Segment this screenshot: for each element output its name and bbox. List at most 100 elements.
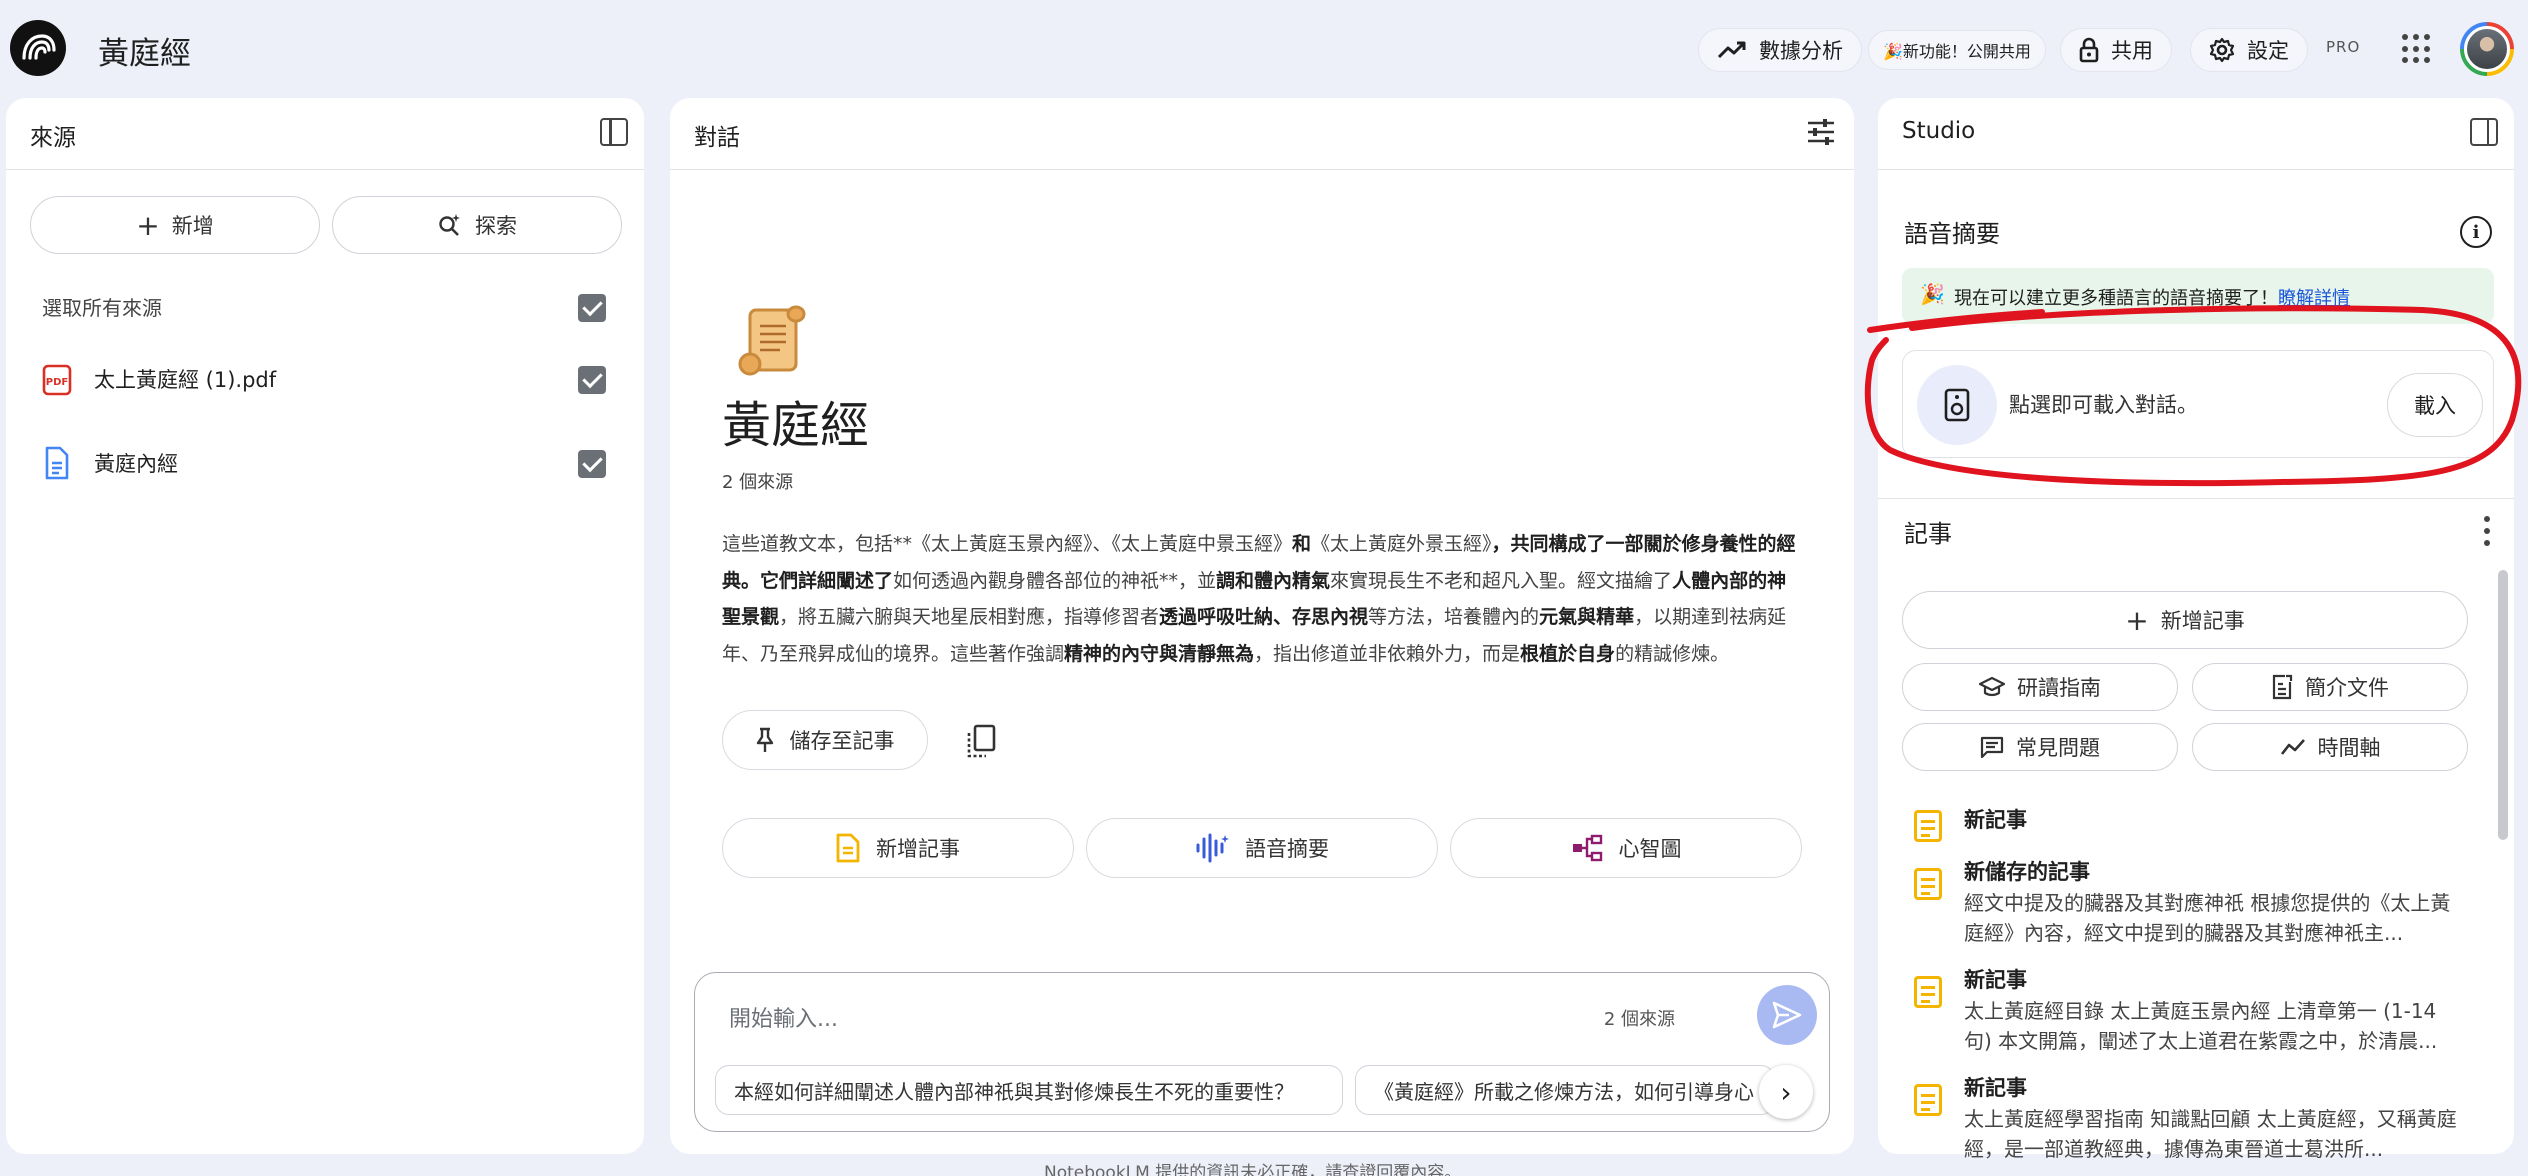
studio-header: Studio — [1878, 98, 2514, 170]
mind-map-action-button[interactable]: 心智圖 — [1450, 818, 1802, 878]
timeline-button[interactable]: 時間軸 — [2192, 723, 2468, 771]
divider — [1878, 498, 2514, 499]
explore-label: 探索 — [475, 214, 517, 238]
notebook-summary: 這些道教文本，包括**《太上黃庭玉景內經》、《太上黃庭中景玉經》和《太上黃庭外景… — [722, 526, 1802, 672]
load-button[interactable]: 載入 — [2387, 373, 2483, 437]
document-icon — [45, 446, 69, 480]
send-button[interactable] — [1757, 985, 1817, 1045]
note-title: 新記事 — [1964, 1076, 2027, 1100]
note-item[interactable]: 新記事 — [1904, 804, 2464, 844]
source-item[interactable]: PDF 太上黃庭經 (1).pdf — [6, 352, 644, 408]
language-banner: 🎉 現在可以建立更多種語言的語音摘要了！瞭解詳情 — [1902, 268, 2494, 324]
study-guide-button[interactable]: 研讀指南 — [1902, 663, 2178, 711]
note-icon — [836, 833, 860, 863]
source-item[interactable]: 黃庭內經 — [6, 436, 644, 492]
suggestion-chip[interactable]: 本經如何詳細闡述人體內部神祇與其對修煉長生不死的重要性？ — [715, 1065, 1343, 1115]
chevron-right-icon[interactable]: › — [1759, 1065, 1813, 1119]
select-all-checkbox[interactable] — [578, 294, 606, 322]
notebook-title[interactable]: 黃庭經 — [98, 28, 191, 73]
document-edit-icon — [2272, 674, 2293, 700]
mind-map-icon — [1572, 834, 1602, 862]
studio-title: Studio — [1902, 118, 1976, 144]
plus-icon: + — [2125, 603, 2149, 637]
lock-icon — [2079, 37, 2099, 63]
note-item[interactable]: 新記事 太上黃庭經學習指南 知識點回顧 太上黃庭經，又稱黃庭經，是一部道教經典，… — [1904, 1072, 2464, 1168]
avatar[interactable] — [2460, 22, 2514, 76]
timeline-icon — [2280, 739, 2305, 755]
analytics-label: 數據分析 — [1759, 39, 1843, 63]
summary-segment: 的精誠修煉。 — [1615, 642, 1730, 665]
add-note-action-button[interactable]: 新增記事 — [722, 818, 1074, 878]
save-to-note-label: 儲存至記事 — [789, 729, 895, 753]
chat-input[interactable]: 開始輸入... — [729, 1001, 838, 1033]
share-label: 共用 — [2111, 39, 2153, 63]
settings-label: 設定 — [2247, 39, 2289, 63]
pro-badge: PRO — [2326, 38, 2361, 56]
disclaimer: NotebookLM 提供的資訊未必正確，請查證回覆內容。 — [1044, 1163, 1462, 1176]
audio-overview-action-button[interactable]: 語音摘要 — [1086, 818, 1438, 878]
learn-more-link[interactable]: 瞭解詳情 — [2278, 288, 2350, 309]
speaker-icon — [1917, 365, 1997, 445]
add-note-button[interactable]: + 新增記事 — [1902, 591, 2468, 649]
note-item[interactable]: 新記事 太上黃庭經目錄 太上黃庭玉景內經 上清章第一 (1-14句) 本文開篇，… — [1904, 964, 2464, 1060]
source-count: 2 個來源 — [722, 472, 794, 493]
scroll-emoji-icon — [738, 305, 806, 376]
timeline-label: 時間軸 — [2317, 736, 2381, 760]
notes-scrollbar[interactable] — [2498, 570, 2508, 840]
summary-segment: 透過呼吸吐納、存思內視 — [1159, 606, 1369, 628]
plus-icon: + — [136, 208, 160, 242]
source-label: 黃庭內經 — [94, 452, 178, 476]
audio-overview-heading: 語音摘要 — [1904, 220, 2000, 248]
save-to-note-button[interactable]: 儲存至記事 — [722, 710, 928, 770]
briefing-doc-label: 簡介文件 — [2305, 676, 2389, 700]
analytics-button[interactable]: 數據分析 — [1698, 28, 1862, 72]
info-icon[interactable]: i — [2460, 216, 2492, 248]
note-icon — [1914, 868, 1942, 900]
summary-segment: 精神的內守與清靜無為 — [1064, 642, 1255, 665]
note-preview: 經文中提及的臟器及其對應神祇 根據您提供的《太上黃庭經》內容，經文中提到的臟器及… — [1964, 891, 2451, 945]
suggestion-chip[interactable]: 《黃庭經》所載之修煉方法，如何引導身心 — [1355, 1065, 1775, 1115]
select-all-label: 選取所有來源 — [42, 296, 162, 320]
sources-title: 來源 — [30, 125, 76, 151]
apps-grid-icon[interactable] — [2402, 34, 2432, 64]
svg-text:PDF: PDF — [46, 377, 68, 388]
summary-segment: 等方法，培養體內的 — [1368, 606, 1540, 628]
note-title: 新儲存的記事 — [1964, 860, 2090, 884]
summary-segment: 和 — [1292, 533, 1312, 555]
note-icon — [1914, 810, 1942, 842]
briefing-doc-button[interactable]: 簡介文件 — [2192, 663, 2468, 711]
explore-sources-button[interactable]: 探索 — [332, 196, 622, 254]
add-source-button[interactable]: + 新增 — [30, 196, 320, 254]
banner-text: 現在可以建立更多種語言的語音摘要了！ — [1954, 288, 2278, 309]
summary-segment: 元氣與精華 — [1539, 606, 1635, 628]
settings-button[interactable]: 設定 — [2190, 28, 2308, 72]
source-label: 太上黃庭經 (1).pdf — [94, 368, 277, 392]
audio-overview-card[interactable]: 點選即可載入對話。 載入 — [1902, 350, 2494, 458]
notebooklm-logo-icon[interactable] — [10, 20, 66, 76]
mind-map-label: 心智圖 — [1618, 837, 1682, 861]
pin-icon — [756, 727, 773, 752]
send-icon — [1772, 1001, 1802, 1029]
tune-settings-icon[interactable] — [1806, 118, 1836, 146]
faq-button[interactable]: 常見問題 — [1902, 723, 2178, 771]
add-note-label: 新增記事 — [876, 837, 960, 861]
chat-input-box[interactable]: 開始輸入... 2 個來源 本經如何詳細闡述人體內部神祇與其對修煉長生不死的重要… — [694, 972, 1830, 1132]
source-checkbox[interactable] — [578, 366, 606, 394]
collapse-panel-icon[interactable] — [600, 118, 628, 146]
share-button[interactable]: 共用 — [2060, 28, 2172, 72]
summary-segment: 如何透過內觀身體各部位的神祇**，並 — [893, 569, 1217, 592]
gear-icon — [2209, 37, 2235, 63]
source-checkbox[interactable] — [578, 450, 606, 478]
summary-segment: 根植於自身 — [1520, 642, 1616, 665]
note-item[interactable]: 新儲存的記事 經文中提及的臟器及其對應神祇 根據您提供的《太上黃庭經》內容，經文… — [1904, 856, 2464, 952]
chat-header: 對話 — [670, 98, 1854, 170]
add-note-label: 新增記事 — [2160, 609, 2245, 633]
new-feature-button[interactable]: 🎉新功能！公開共用 — [1868, 30, 2046, 70]
party-icon: 🎉 — [1920, 282, 1945, 306]
audio-waveform-icon — [1196, 833, 1229, 863]
sources-panel: 來源 + 新增 探索 選取所有來源 PDF 太上黃庭經 (1).pdf 黃庭內經 — [6, 98, 644, 1154]
copy-icon[interactable] — [966, 724, 996, 758]
sources-header: 來源 — [6, 98, 644, 170]
more-options-icon[interactable] — [2484, 516, 2490, 546]
collapse-panel-icon[interactable] — [2470, 118, 2498, 146]
